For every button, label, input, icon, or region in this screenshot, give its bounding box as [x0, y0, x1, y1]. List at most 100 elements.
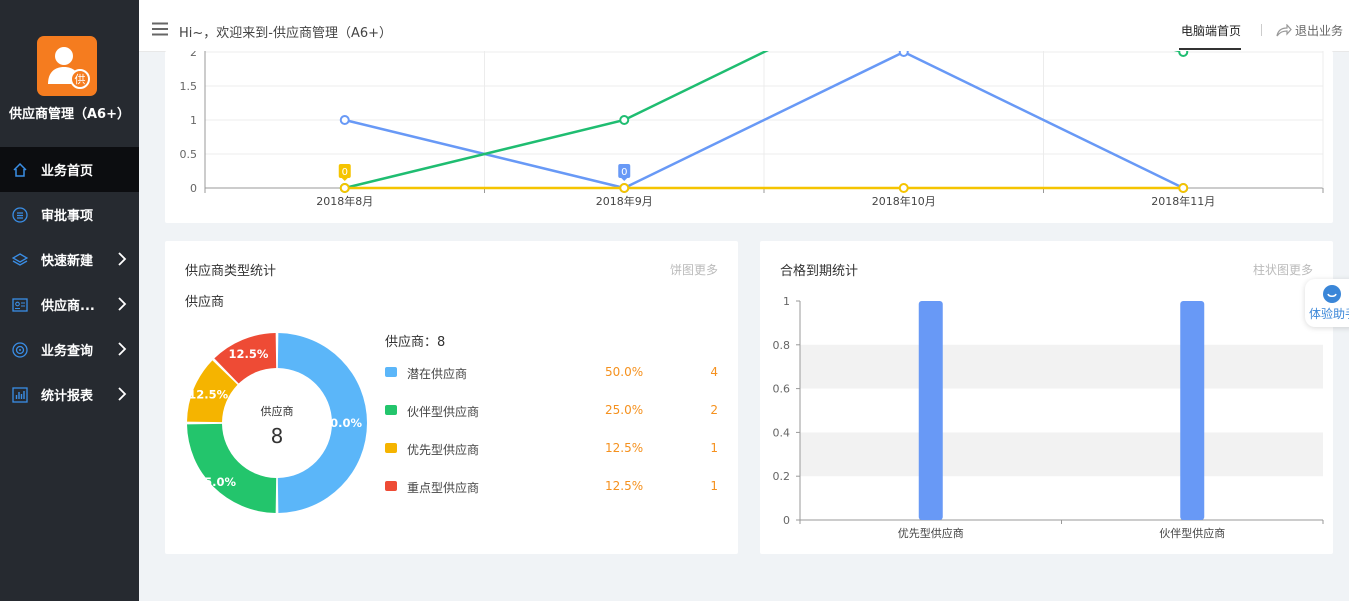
tab-active-underline	[1179, 48, 1241, 50]
target-icon	[11, 341, 29, 359]
supplier-type-card: 供应商类型统计 饼图更多 供应商 50.0% 25.0% 12.5% 12.5% 供应商…	[165, 241, 738, 554]
smile-icon	[1323, 285, 1341, 303]
y-tick-label: 0	[190, 182, 197, 195]
series-point	[339, 183, 350, 193]
chevron-right-icon	[118, 342, 127, 356]
id-card-icon	[11, 296, 29, 314]
slice-percent-label: 25.0%	[196, 475, 236, 489]
expiry-stats-card: 合格到期统计 柱状图更多 0 0.2 0.4 0.6 0.8 1 优先型供应商 伙伴型供应商	[760, 241, 1333, 554]
x-tick-label: 2018年10月	[872, 194, 936, 208]
tab-desktop-home[interactable]: 电脑端首页	[1181, 22, 1241, 39]
layers-icon	[11, 251, 29, 269]
sidebar-item-query[interactable]: 业务查询	[0, 327, 139, 372]
legend-total: 供应商：8	[385, 335, 446, 350]
sidebar-item-label: 业务查询	[41, 344, 94, 359]
share-arrow-icon	[1276, 24, 1292, 37]
sidebar-item-label: 快速新建	[41, 254, 94, 269]
app-name: 供应商管理（A6+）	[9, 107, 130, 122]
sidebar-item-home[interactable]: 业务首页	[0, 147, 139, 192]
legend-swatch	[385, 443, 397, 453]
series-point	[898, 51, 909, 57]
assistant-widget[interactable]: 体验助手	[1305, 279, 1349, 327]
sidebar-item-suppliers[interactable]: 供应商...	[0, 282, 139, 327]
x-tick-label: 2018年11月	[1151, 194, 1215, 208]
chevron-right-icon	[118, 252, 127, 266]
x-tick-label: 2018年9月	[596, 194, 653, 208]
donut-center-label: 供应商	[261, 404, 294, 418]
logo-badge-text: 供	[75, 72, 86, 86]
legend-name: 优先型供应商	[407, 443, 480, 457]
sidebar-item-approvals[interactable]: 审批事项	[0, 192, 139, 237]
x-tick-label: 2018年8月	[316, 194, 373, 208]
x-tick-label: 优先型供应商	[898, 526, 964, 540]
y-tick-label: 0.2	[773, 470, 791, 483]
sidebar-item-reports[interactable]: 统计报表	[0, 372, 139, 417]
donut-center-value: 8	[271, 424, 284, 448]
list-icon	[11, 206, 29, 224]
top-header: Hi~，欢迎来到-供应商管理（A6+） 电脑端首页 退出业务	[139, 0, 1349, 52]
grid-band	[800, 432, 1323, 477]
y-tick-label: 1	[783, 295, 790, 308]
sidebar-item-label: 统计报表	[41, 389, 94, 404]
sidebar-item-label: 审批事项	[41, 209, 94, 224]
bar	[1180, 301, 1205, 520]
legend-count: 2	[710, 403, 718, 417]
trend-line-card: 0 0.5 1 1.5 2 2018年8月 2018年9月 2018年10月 2018年11月 0…	[165, 46, 1333, 223]
y-tick-label: 0	[783, 514, 790, 527]
header-divider	[1261, 24, 1262, 36]
slice-percent-label: 12.5%	[229, 347, 269, 361]
slice-percent-label: 50.0%	[322, 416, 362, 430]
x-tick-label: 伙伴型供应商	[1159, 526, 1225, 540]
sidebar-nav: 业务首页 审批事项 快速新建 供应商... 业务查询 统计报表	[0, 147, 139, 417]
y-tick-label: 0.5	[180, 148, 198, 161]
sidebar-item-label: 供应商...	[41, 299, 95, 314]
data-badge-pointer	[341, 178, 348, 181]
assistant-label: 体验助手	[1309, 307, 1349, 321]
slice-percent-label: 12.5%	[188, 387, 228, 401]
series-point	[619, 115, 630, 125]
y-tick-label: 1.5	[180, 80, 198, 93]
donut-slice	[187, 423, 277, 513]
pie-more-link[interactable]: 饼图更多	[670, 261, 718, 278]
sidebar-item-label: 业务首页	[41, 164, 94, 179]
legend-count: 1	[710, 479, 718, 493]
trend-line-chart: 0 0.5 1 1.5 2 2018年8月 2018年9月 2018年10月 2018年11月 0…	[180, 46, 1324, 208]
legend-swatch	[385, 481, 397, 491]
logout-button[interactable]: 退出业务	[1276, 22, 1343, 39]
legend-swatch	[385, 405, 397, 415]
grid-band	[800, 344, 1323, 389]
legend-count: 1	[710, 441, 718, 455]
legend-swatch	[385, 367, 397, 377]
legend-percent: 12.5%	[605, 479, 644, 493]
app-logo: 供	[37, 36, 97, 96]
legend-item[interactable]: 重点型供应商 12.5% 1	[385, 479, 718, 495]
sidebar-item-quick-create[interactable]: 快速新建	[0, 237, 139, 282]
series-point	[1178, 183, 1189, 193]
legend-item[interactable]: 优先型供应商 12.5% 1	[385, 441, 718, 457]
legend-name: 伙伴型供应商	[407, 405, 480, 419]
legend-name: 潜在供应商	[407, 367, 468, 381]
series-point	[1178, 51, 1189, 57]
series-point	[898, 183, 909, 193]
series-point	[339, 115, 350, 125]
data-badge-label: 0	[621, 167, 627, 178]
y-tick-label: 0.4	[773, 426, 791, 439]
y-tick-label: 1	[190, 114, 197, 127]
legend-percent: 12.5%	[605, 441, 644, 455]
legend-item[interactable]: 伙伴型供应商 25.0% 2	[385, 403, 718, 419]
legend-count: 4	[710, 365, 718, 379]
card-title: 供应商类型统计	[185, 264, 277, 279]
chevron-right-icon	[118, 297, 127, 311]
y-tick-label: 2	[190, 51, 197, 59]
legend-name: 重点型供应商	[407, 481, 480, 495]
home-icon	[11, 161, 29, 179]
legend-item[interactable]: 潜在供应商 50.0% 4	[385, 365, 718, 381]
data-badge-pointer	[621, 178, 628, 181]
welcome-text: Hi~，欢迎来到-供应商管理（A6+）	[179, 26, 393, 41]
menu-toggle-icon[interactable]	[152, 22, 168, 36]
sidebar: 供 供应商管理（A6+） 业务首页 审批事项 快速新建 供应商... 业务查询 …	[0, 0, 139, 601]
series-point	[619, 183, 630, 193]
chevron-right-icon	[118, 387, 127, 401]
pie-subtitle: 供应商	[185, 295, 225, 310]
y-tick-label: 0.6	[773, 383, 791, 396]
